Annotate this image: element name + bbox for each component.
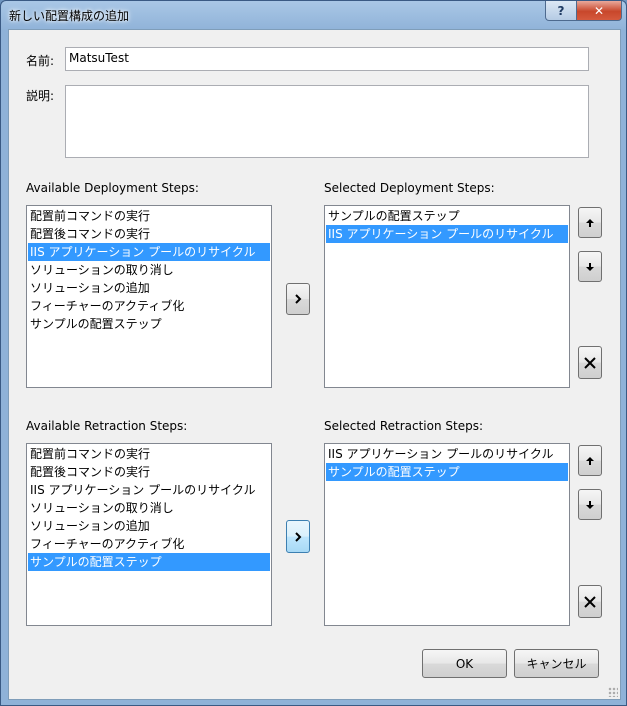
close-button[interactable]: ✕ <box>576 1 622 21</box>
description-input[interactable] <box>65 85 589 158</box>
list-item[interactable]: ソリューションの追加 <box>28 517 270 535</box>
dialog-client-area: 名前: MatsuTest 説明: Available Deployment S… <box>8 29 621 700</box>
window-title: 新しい配置構成の追加 <box>9 9 130 23</box>
add-retraction-step-button[interactable] <box>286 520 310 553</box>
list-item[interactable]: サンプルの配置ステップ <box>28 315 270 333</box>
name-label: 名前: <box>26 54 55 68</box>
title-bar[interactable]: 新しい配置構成の追加 ? ✕ <box>1 1 626 29</box>
cancel-button[interactable]: キャンセル <box>514 649 599 678</box>
list-item[interactable]: IIS アプリケーション プールのリサイクル <box>28 481 270 499</box>
add-deployment-step-button[interactable] <box>286 283 310 315</box>
selected-retraction-list[interactable]: IIS アプリケーション プールのリサイクル サンプルの配置ステップ <box>324 443 570 626</box>
remove-x-icon <box>584 595 596 608</box>
list-item[interactable]: IIS アプリケーション プールのリサイクル <box>28 243 270 261</box>
list-item[interactable]: フィーチャーのアクティブ化 <box>28 535 270 553</box>
selected-retraction-label: Selected Retraction Steps: <box>324 419 484 433</box>
list-item[interactable]: 配置後コマンドの実行 <box>28 463 270 481</box>
help-icon: ? <box>557 3 565 18</box>
move-down-retraction-button[interactable] <box>578 489 602 520</box>
remove-x-icon <box>584 356 596 369</box>
remove-retraction-step-button[interactable] <box>578 585 602 618</box>
help-button[interactable]: ? <box>545 1 577 21</box>
list-item[interactable]: 配置後コマンドの実行 <box>28 225 270 243</box>
move-up-retraction-button[interactable] <box>578 445 602 476</box>
list-item[interactable]: 配置前コマンドの実行 <box>28 445 270 463</box>
name-input[interactable]: MatsuTest <box>65 47 589 71</box>
list-item[interactable]: ソリューションの取り消し <box>28 499 270 517</box>
list-item[interactable]: IIS アプリケーション プールのリサイクル <box>326 225 568 243</box>
chevron-right-icon <box>295 531 302 542</box>
down-arrow-icon <box>586 262 594 271</box>
list-item[interactable]: サンプルの配置ステップ <box>326 207 568 225</box>
list-item[interactable]: ソリューションの取り消し <box>28 261 270 279</box>
resize-grip-icon[interactable] <box>608 687 618 697</box>
list-item[interactable]: IIS アプリケーション プールのリサイクル <box>326 445 568 463</box>
up-arrow-icon <box>586 218 594 227</box>
close-icon: ✕ <box>593 3 605 18</box>
list-item[interactable]: サンプルの配置ステップ <box>326 463 568 481</box>
selected-deployment-label: Selected Deployment Steps: <box>324 181 495 195</box>
available-retraction-list[interactable]: 配置前コマンドの実行 配置後コマンドの実行 IIS アプリケーション プールのリサイ… <box>26 443 272 626</box>
dialog-window: 新しい配置構成の追加 ? ✕ 名前: MatsuTest 説明: Availab… <box>0 0 627 706</box>
list-item[interactable]: サンプルの配置ステップ <box>28 553 270 571</box>
list-item[interactable]: 配置前コマンドの実行 <box>28 207 270 225</box>
available-deployment-list[interactable]: 配置前コマンドの実行 配置後コマンドの実行 IIS アプリケーション プールのリサイ… <box>26 205 272 388</box>
move-down-deployment-button[interactable] <box>578 251 602 282</box>
chevron-right-icon <box>295 294 302 304</box>
list-item[interactable]: フィーチャーのアクティブ化 <box>28 297 270 315</box>
ok-button[interactable]: OK <box>422 649 507 678</box>
move-up-deployment-button[interactable] <box>578 207 602 238</box>
up-arrow-icon <box>586 456 594 465</box>
list-item[interactable]: ソリューションの追加 <box>28 279 270 297</box>
available-retraction-label: Available Retraction Steps: <box>26 419 188 433</box>
down-arrow-icon <box>586 500 594 509</box>
remove-deployment-step-button[interactable] <box>578 346 602 379</box>
selected-deployment-list[interactable]: サンプルの配置ステップ IIS アプリケーション プールのリサイクル <box>324 205 570 388</box>
description-label: 説明: <box>26 89 55 103</box>
available-deployment-label: Available Deployment Steps: <box>26 181 199 195</box>
